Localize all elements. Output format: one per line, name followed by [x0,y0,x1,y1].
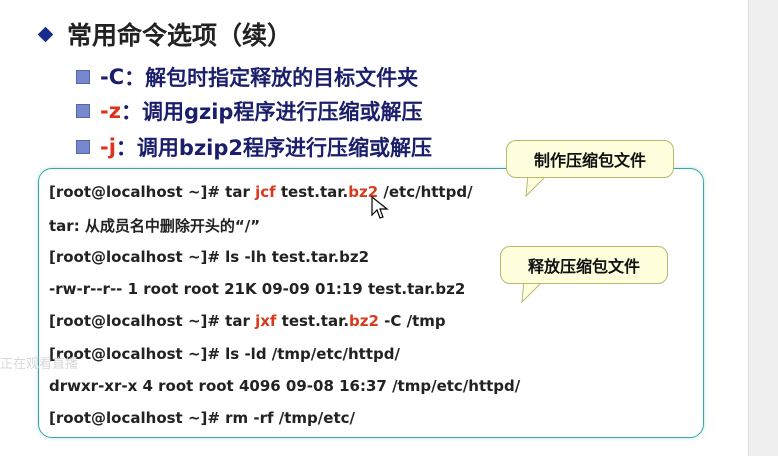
option-description: 调用gzip程序进行压缩或解压 [141,100,423,124]
highlighted-extension: bz2 [349,312,379,330]
terminal-line-1: [root@localhost ~]# tar jcf test.tar.bz2… [49,183,473,201]
square-bullet-icon [76,104,90,118]
bullet-option-j: -j ： 调用bzip2程序进行压缩或解压 [76,132,432,162]
option-separator: ： [115,136,137,160]
option-flag: -z [100,99,121,123]
terminal-text: /etc/httpd/ [378,183,473,201]
diamond-bullet-icon [37,26,54,42]
terminal-line-4: -rw-r--r-- 1 root root 21K 09-09 01:19 t… [49,280,466,298]
slide-title: 常用命令选项（续） [67,21,293,50]
highlighted-option: jxf [255,312,277,330]
option-description: 解包时指定释放的目标文件夹 [145,66,419,90]
bullet-option-z: -z ： 调用gzip程序进行压缩或解压 [76,96,422,126]
terminal-line-7: drwxr-xr-x 4 root root 4096 09-08 16:37 … [49,377,521,395]
right-scroll-strip[interactable] [748,0,778,456]
terminal-line-8: [root@localhost ~]# rm -rf /tmp/etc/ [49,409,355,427]
mouse-cursor-icon [371,196,389,219]
terminal-line-3: [root@localhost ~]# ls -lh test.tar.bz2 [49,248,370,266]
callout-extract-archive: 释放压缩包文件 [500,246,668,284]
terminal-text: [root@localhost ~]# tar [49,183,256,201]
terminal-line-2: tar: 从成员名中删除开头的“/” [49,217,261,235]
terminal-text: test.tar. [275,183,349,201]
square-bullet-icon [76,140,90,154]
terminal-text: -C /tmp [378,312,446,330]
option-separator: ： [124,66,146,90]
bullet-option-C: -C ： 解包时指定释放的目标文件夹 [76,62,418,92]
highlighted-option: jcf [255,183,276,201]
option-separator: ： [120,100,142,124]
terminal-line-6: [root@localhost ~]# ls -ld /tmp/etc/http… [49,345,400,363]
option-description: 调用bzip2程序进行压缩或解压 [136,136,433,160]
terminal-text: test.tar. [276,312,350,330]
watermark-text: 正在观看直播 [0,357,79,372]
option-flag: -C [100,65,125,89]
slide: 常用命令选项（续） -C ： 解包时指定释放的目标文件夹 -z ： 调用gzip… [0,0,748,456]
terminal-text: [root@localhost ~]# tar [49,312,256,330]
callout-create-archive: 制作压缩包文件 [506,140,674,178]
square-bullet-icon [76,70,90,84]
option-flag: -j [100,135,116,159]
title-row: 常用命令选项（续） [34,16,292,52]
terminal-line-5: [root@localhost ~]# tar jxf test.tar.bz2… [49,312,446,330]
